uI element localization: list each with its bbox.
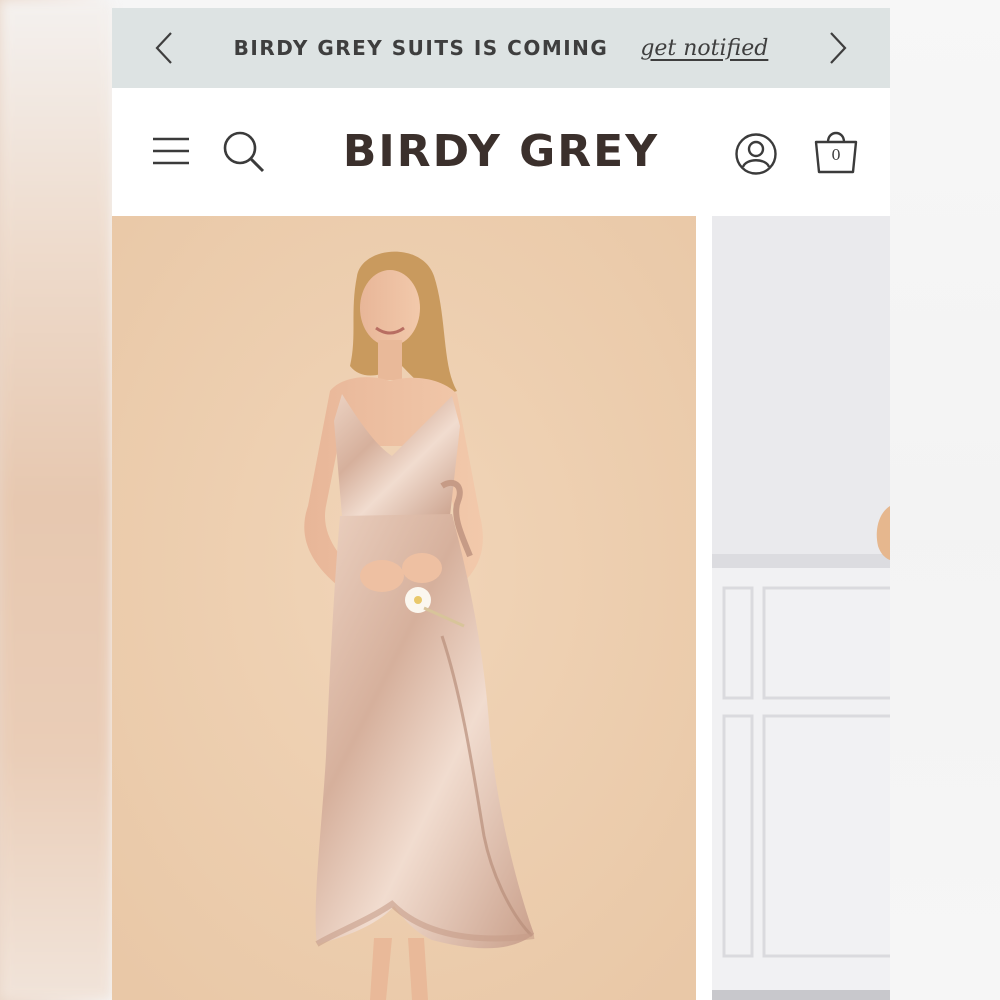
blurred-backdrop-left bbox=[0, 0, 112, 1000]
announcement-text: BIRDY GREY SUITS IS COMING bbox=[233, 36, 609, 60]
blurred-backdrop-right bbox=[890, 0, 1000, 1000]
mobile-page: BIRDY GREY SUITS IS COMING get notified … bbox=[112, 8, 890, 1000]
product-image-next[interactable] bbox=[712, 216, 890, 1000]
announcement-bar: BIRDY GREY SUITS IS COMING get notified bbox=[112, 8, 890, 88]
account-button[interactable] bbox=[734, 132, 778, 180]
product-image-main[interactable] bbox=[112, 216, 696, 1000]
chevron-left-icon bbox=[155, 32, 172, 64]
site-header: BIRDY GREY 0 bbox=[112, 88, 890, 216]
carousel-gap bbox=[696, 216, 712, 1000]
cart-button[interactable]: 0 bbox=[812, 126, 860, 176]
next-product-photo bbox=[712, 216, 890, 1000]
get-notified-link[interactable]: get notified bbox=[640, 36, 768, 61]
announcement-next-button[interactable] bbox=[820, 30, 856, 66]
chevron-right-icon bbox=[830, 32, 847, 64]
announcement-prev-button[interactable] bbox=[146, 30, 182, 66]
account-icon bbox=[735, 133, 777, 175]
model-photo bbox=[112, 216, 696, 1000]
cart-count: 0 bbox=[831, 146, 841, 164]
